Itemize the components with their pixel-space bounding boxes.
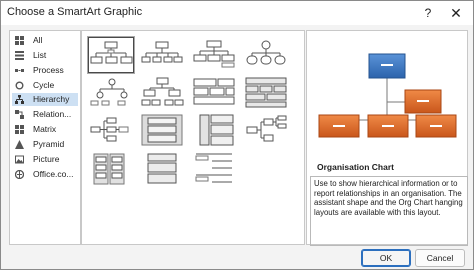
category-label: Office.co... xyxy=(33,169,74,179)
title-bar: Choose a SmartArt Graphic ? ✕ xyxy=(1,1,473,25)
picture-icon xyxy=(15,155,24,164)
layout-circle-picture-hierarchy[interactable] xyxy=(244,37,288,71)
preview-graphic xyxy=(307,31,467,157)
layout-lined-list-hierarchy[interactable] xyxy=(88,151,132,185)
help-button[interactable]: ? xyxy=(417,3,439,23)
category-pyramid[interactable]: Pyramid xyxy=(12,138,78,151)
smartart-dialog: Choose a SmartArt Graphic ? ✕ All List P… xyxy=(0,0,474,270)
preview-title: Organisation Chart xyxy=(317,162,394,172)
relationship-icon xyxy=(15,110,24,119)
layout-stacked-hierarchy[interactable] xyxy=(140,151,184,185)
layout-organisation-chart[interactable] xyxy=(88,37,134,73)
grid-icon xyxy=(15,36,24,45)
category-list-item[interactable]: List xyxy=(12,49,78,62)
cycle-icon xyxy=(15,81,24,90)
category-label: Matrix xyxy=(33,124,57,134)
layout-half-circle-org[interactable] xyxy=(192,37,236,71)
layout-architecture-layout[interactable] xyxy=(244,75,288,109)
list-icon xyxy=(15,51,24,60)
category-relationship[interactable]: Relation... xyxy=(12,108,78,121)
category-label: Pyramid xyxy=(33,139,65,149)
process-icon xyxy=(15,69,24,72)
layout-gallery xyxy=(81,30,305,245)
category-list: All List Process Cycle Hierarchy Relatio… xyxy=(9,30,81,245)
category-picture[interactable]: Picture xyxy=(12,153,78,166)
category-process[interactable]: Process xyxy=(12,64,78,77)
layout-lined-list[interactable] xyxy=(192,151,236,185)
layout-horizontal-hierarchy[interactable] xyxy=(244,113,288,147)
preview-pane: Organisation Chart Use to show hierarchi… xyxy=(306,30,468,246)
office-icon xyxy=(15,170,24,179)
category-matrix[interactable]: Matrix xyxy=(12,123,78,136)
close-button[interactable]: ✕ xyxy=(445,3,467,23)
layout-horizontal-org[interactable] xyxy=(88,113,132,147)
ok-button[interactable]: OK xyxy=(361,249,411,267)
category-label: Hierarchy xyxy=(33,94,70,104)
preview-description: Use to show hierarchical information or … xyxy=(310,176,468,246)
layout-hierarchy[interactable] xyxy=(88,75,132,109)
category-cycle[interactable]: Cycle xyxy=(12,79,78,92)
category-label: Relation... xyxy=(33,109,72,119)
cancel-button[interactable]: Cancel xyxy=(415,249,465,267)
layout-labeled-hierarchy[interactable] xyxy=(140,75,184,109)
layout-name-title-org[interactable] xyxy=(140,37,184,71)
category-hierarchy[interactable]: Hierarchy xyxy=(12,93,78,106)
category-label: All xyxy=(33,35,43,45)
category-label: Process xyxy=(33,65,64,75)
layout-table-hierarchy[interactable] xyxy=(192,75,236,109)
category-all[interactable]: All xyxy=(12,34,78,47)
category-label: Cycle xyxy=(33,80,55,90)
hierarchy-icon xyxy=(15,95,24,104)
category-office[interactable]: Office.co... xyxy=(12,168,78,181)
layout-vertical-hierarchy[interactable] xyxy=(192,113,236,147)
layout-hierarchy-list[interactable] xyxy=(140,113,184,147)
category-label: Picture xyxy=(33,154,60,164)
pyramid-icon xyxy=(15,140,24,149)
window-title: Choose a SmartArt Graphic xyxy=(7,6,143,18)
matrix-icon xyxy=(15,125,24,134)
category-label: List xyxy=(33,50,47,60)
